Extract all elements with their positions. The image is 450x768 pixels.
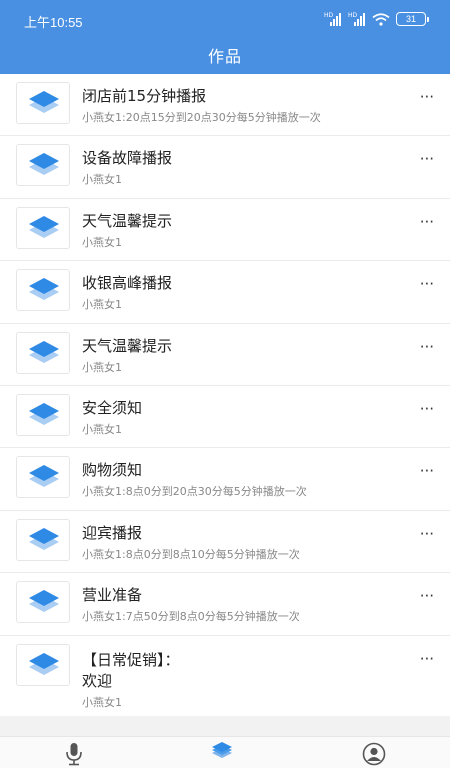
signal-icon: HD bbox=[348, 11, 366, 26]
more-icon[interactable]: ··· bbox=[420, 462, 434, 480]
layers-icon bbox=[212, 742, 232, 758]
layers-icon bbox=[16, 82, 70, 124]
list-item[interactable]: 【日常促销】： 欢迎 小燕女1 ··· bbox=[0, 636, 450, 717]
item-title: 天气温馨提示 bbox=[82, 211, 173, 230]
more-icon[interactable]: ··· bbox=[420, 150, 434, 168]
layers-icon bbox=[16, 456, 70, 499]
list-item[interactable]: 购物须知 小燕女1:8点0分到20点30分每5分钟播放一次 ··· bbox=[0, 448, 450, 511]
more-icon[interactable]: ··· bbox=[420, 338, 434, 356]
item-subtitle: 小燕女1:8点0分到20点30分每5分钟播放一次 bbox=[82, 485, 307, 499]
item-subtitle: 小燕女1 bbox=[82, 298, 122, 312]
list-footer-spacer bbox=[0, 716, 450, 736]
more-icon[interactable]: ··· bbox=[420, 525, 434, 543]
tab-record[interactable] bbox=[60, 742, 88, 766]
layers-icon bbox=[16, 269, 70, 312]
battery-icon: 31 bbox=[396, 12, 429, 26]
list-item[interactable]: 设备故障播报 小燕女1 ··· bbox=[0, 136, 450, 199]
item-title: 营业准备 bbox=[82, 586, 143, 605]
more-icon[interactable]: ··· bbox=[420, 587, 434, 605]
item-title: 收银高峰播报 bbox=[82, 274, 173, 293]
works-list: 闭店前15分钟播报 小燕女1:20点15分到20点30分每5分钟播放一次 ···… bbox=[0, 74, 450, 717]
more-icon[interactable]: ··· bbox=[420, 88, 434, 106]
item-subtitle: 小燕女1:20点15分到20点30分每5分钟播放一次 bbox=[82, 111, 321, 124]
microphone-icon bbox=[66, 743, 82, 766]
item-subtitle: 小燕女1 bbox=[82, 422, 122, 436]
item-subtitle: 小燕女1:8点0分到8点10分每5分钟播放一次 bbox=[82, 547, 300, 561]
more-icon[interactable]: ··· bbox=[420, 275, 434, 293]
item-subtitle: 小燕女1 bbox=[82, 360, 122, 374]
item-title: 设备故障播报 bbox=[82, 149, 173, 168]
item-subtitle: 小燕女1 bbox=[82, 695, 122, 709]
list-item[interactable]: 天气温馨提示 小燕女1 ··· bbox=[0, 199, 450, 262]
item-subtitle: 小燕女1 bbox=[82, 235, 122, 249]
signal-icon: HD bbox=[324, 11, 342, 26]
layers-icon bbox=[16, 643, 70, 686]
layers-icon bbox=[16, 206, 70, 249]
list-item[interactable]: 迎宾播报 小燕女1:8点0分到8点10分每5分钟播放一次 ··· bbox=[0, 511, 450, 574]
more-icon[interactable]: ··· bbox=[420, 650, 434, 668]
item-title: 迎宾播报 bbox=[82, 523, 143, 542]
item-title: 闭店前15分钟播报 bbox=[82, 87, 207, 105]
layers-icon bbox=[16, 518, 70, 561]
list-item[interactable]: 安全须知 小燕女1 ··· bbox=[0, 386, 450, 449]
network-type-label: HD bbox=[348, 11, 358, 19]
list-item[interactable]: 营业准备 小燕女1:7点50分到8点0分每5分钟播放一次 ··· bbox=[0, 573, 450, 636]
layers-icon bbox=[16, 581, 70, 624]
network-type-label: HD bbox=[324, 11, 334, 19]
more-icon[interactable]: ··· bbox=[420, 213, 434, 231]
more-icon[interactable]: ··· bbox=[420, 400, 434, 418]
item-title: 天气温馨提示 bbox=[82, 336, 173, 355]
bottom-tab-bar bbox=[0, 736, 450, 768]
list-item[interactable]: 收银高峰播报 小燕女1 ··· bbox=[0, 261, 450, 324]
user-icon bbox=[362, 742, 386, 766]
battery-level: 31 bbox=[405, 14, 416, 24]
item-subtitle: 小燕女1:7点50分到8点0分每5分钟播放一次 bbox=[82, 610, 300, 624]
app-header: 上午10:55 HD HD 31 作品 bbox=[0, 0, 450, 74]
layers-icon bbox=[16, 393, 70, 436]
layers-icon bbox=[16, 144, 70, 187]
status-time: 上午10:55 bbox=[24, 15, 83, 30]
list-item[interactable]: 天气温馨提示 小燕女1 ··· bbox=[0, 324, 450, 386]
status-bar: 上午10:55 HD HD 31 bbox=[0, 0, 450, 38]
layers-icon bbox=[16, 331, 70, 374]
tab-profile[interactable] bbox=[360, 742, 388, 766]
list-item[interactable]: 闭店前15分钟播报 小燕女1:20点15分到20点30分每5分钟播放一次 ··· bbox=[0, 74, 450, 137]
status-icons: HD HD 31 bbox=[324, 11, 429, 26]
item-title: 安全须知 bbox=[82, 398, 143, 417]
page-title: 作品 bbox=[207, 47, 242, 66]
item-title: 购物须知 bbox=[82, 461, 143, 480]
tab-works[interactable] bbox=[208, 742, 236, 766]
item-title: 【日常促销】： 欢迎 bbox=[82, 650, 180, 690]
item-subtitle: 小燕女1 bbox=[82, 173, 122, 187]
wifi-icon bbox=[372, 12, 390, 26]
